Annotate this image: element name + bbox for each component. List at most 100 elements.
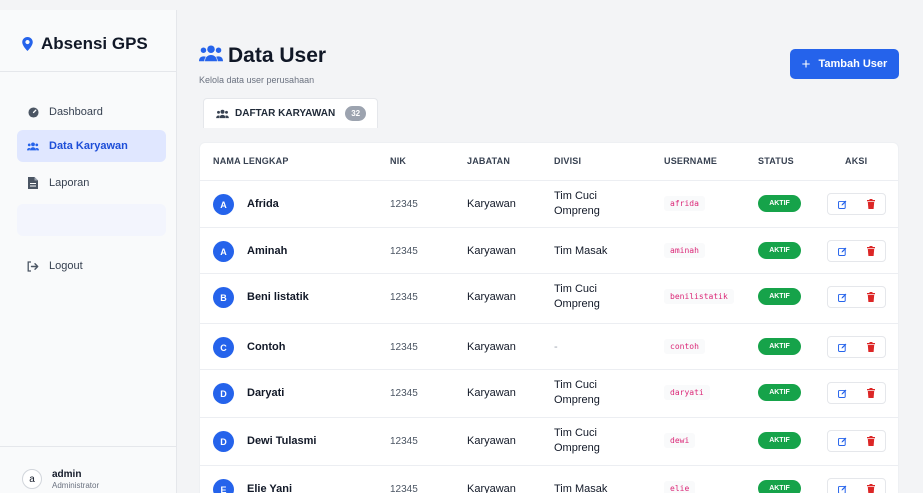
avatar: A	[213, 194, 234, 215]
column-header: NAMA LENGKAP	[213, 156, 289, 166]
column-header: JABATAN	[467, 156, 511, 166]
avatar: A	[213, 241, 234, 262]
position-cell: Karyawan	[467, 198, 516, 210]
division-cell: -	[554, 341, 558, 353]
username-cell: dewi	[664, 433, 696, 448]
division-line: Tim Cuci	[554, 427, 597, 439]
row-actions	[827, 193, 886, 215]
username-cell: elie	[664, 481, 696, 493]
status-badge: AKTIF	[758, 288, 801, 305]
map-pin-icon	[22, 37, 33, 51]
column-header: STATUS	[758, 156, 794, 166]
edit-icon[interactable]	[838, 485, 847, 493]
users-icon	[216, 109, 229, 118]
page-title: Data User	[228, 44, 327, 67]
column-header: USERNAME	[664, 156, 718, 166]
sidebar-item-data-karyawan[interactable]: Data Karyawan	[17, 130, 166, 162]
division-line: Ompreng	[554, 205, 600, 217]
column-header: AKSI	[845, 156, 868, 166]
status-badge: AKTIF	[758, 338, 801, 355]
add-user-button[interactable]: + Tambah User	[790, 49, 899, 79]
sidebar-item-label: Dashboard	[49, 106, 103, 118]
user-table: NAMA LENGKAP NIK JABATAN DIVISI USERNAME…	[199, 142, 899, 493]
table-row: B Beni listatik 12345 Karyawan Tim Cuci Ompre…	[200, 273, 898, 320]
nik-cell: 12345	[390, 292, 418, 303]
username-cell: daryati	[664, 385, 710, 400]
division-cell: Tim Cuci Ompreng	[554, 282, 600, 312]
edit-icon[interactable]	[838, 200, 847, 209]
tab-daftar-karyawan[interactable]: DAFTAR KARYAWAN 32	[203, 98, 378, 128]
edit-icon[interactable]	[838, 389, 847, 398]
delete-icon[interactable]	[867, 388, 875, 398]
delete-icon[interactable]	[867, 292, 875, 302]
table-row: C Contoh 12345 Karyawan - contoh AKTIF	[200, 323, 898, 370]
row-actions	[827, 240, 886, 262]
row-actions	[827, 336, 886, 358]
add-user-label: Tambah User	[818, 58, 888, 70]
delete-icon[interactable]	[867, 246, 875, 256]
edit-icon[interactable]	[838, 437, 847, 446]
delete-icon[interactable]	[867, 199, 875, 209]
table-row: E Elie Yani 12345 Karyawan Tim Masak elie AKTI…	[200, 465, 898, 493]
sidebar-item-label: Data Karyawan	[49, 140, 128, 152]
delete-icon[interactable]	[867, 436, 875, 446]
delete-icon[interactable]	[867, 484, 875, 493]
users-icon	[27, 140, 39, 152]
user-role: Administrator	[52, 481, 100, 490]
division-cell: Tim Cuci Ompreng	[554, 378, 600, 408]
sidebar-item-dashboard[interactable]: Dashboard	[17, 96, 166, 128]
division-cell: Tim Masak	[554, 483, 608, 493]
name-cell: Elie Yani	[247, 483, 293, 493]
avatar: C	[213, 337, 234, 358]
nik-cell: 12345	[390, 246, 418, 257]
row-actions	[827, 286, 886, 308]
division-line: Tim Cuci	[554, 379, 597, 391]
division-line: Ompreng	[554, 298, 600, 310]
page-subtitle: Kelola data user perusahaan	[199, 75, 315, 85]
column-header: DIVISI	[554, 156, 582, 166]
position-cell: Karyawan	[467, 387, 516, 399]
nik-cell: 12345	[390, 436, 418, 447]
division-line: Tim Cuci	[554, 283, 597, 295]
users-icon	[199, 45, 223, 62]
nik-cell: 12345	[390, 388, 418, 399]
table-row: A Afrida 12345 Karyawan Tim Cuci Ompreng afrid…	[200, 180, 898, 227]
table-row: D Dewi Tulasmi 12345 Karyawan Tim Cuci Ompren…	[200, 417, 898, 464]
delete-icon[interactable]	[867, 342, 875, 352]
name-cell: Contoh	[247, 341, 286, 353]
sidebar-item-label: Laporan	[49, 177, 90, 189]
name-cell: Beni listatik	[247, 291, 309, 303]
username-cell: afrida	[664, 196, 705, 211]
brand: Absensi GPS	[22, 34, 148, 54]
name-cell: Afrida	[247, 198, 279, 210]
status-badge: AKTIF	[758, 432, 801, 449]
user-profile[interactable]: a admin Administrator	[0, 446, 176, 493]
logout-icon	[27, 260, 39, 272]
row-actions	[827, 382, 886, 404]
count-badge: 32	[345, 106, 367, 121]
name-cell: Dewi Tulasmi	[247, 435, 317, 447]
edit-icon[interactable]	[838, 247, 847, 256]
status-badge: AKTIF	[758, 384, 801, 401]
sidebar: Absensi GPS Dashboard Data Karyawan Lapo…	[0, 10, 177, 493]
username-cell: aminah	[664, 243, 705, 258]
user-name: admin	[52, 469, 82, 480]
sidebar-divider	[0, 71, 176, 72]
username-cell: contoh	[664, 339, 705, 354]
username-cell: benilistatik	[664, 289, 734, 304]
column-header: NIK	[390, 156, 407, 166]
avatar: B	[213, 287, 234, 308]
brand-title: Absensi GPS	[41, 34, 148, 53]
position-cell: Karyawan	[467, 483, 516, 493]
plus-icon: +	[801, 55, 811, 73]
table-row: A Aminah 12345 Karyawan Tim Masak aminah AKTIF	[200, 227, 898, 274]
status-badge: AKTIF	[758, 480, 801, 493]
sidebar-item-label: Logout	[49, 260, 83, 272]
division-cell: Tim Masak	[554, 245, 608, 257]
edit-icon[interactable]	[838, 293, 847, 302]
row-actions	[827, 430, 886, 452]
sidebar-item-logout[interactable]: Logout	[17, 250, 166, 282]
file-icon	[27, 177, 39, 189]
edit-icon[interactable]	[838, 343, 847, 352]
sidebar-item-laporan[interactable]: Laporan	[17, 167, 166, 199]
